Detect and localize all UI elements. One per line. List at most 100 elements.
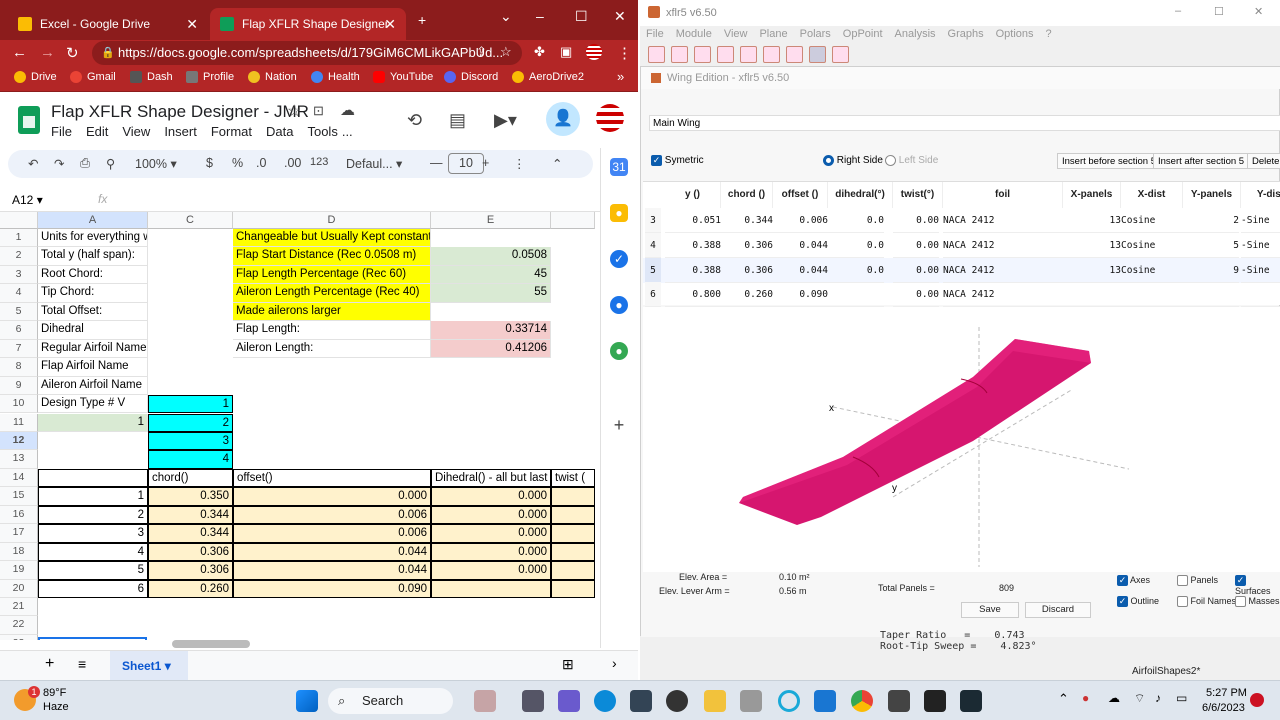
table-twist[interactable] [551, 542, 595, 562]
cell-d5[interactable]: Made ailerons larger [233, 302, 431, 322]
xmenu-file[interactable]: File [646, 28, 664, 40]
right-side-radio[interactable]: Right Side [823, 155, 883, 166]
wing-cell[interactable]: 0.800 [665, 282, 721, 308]
keep-icon[interactable]: ● [610, 204, 628, 222]
xmenu-graphs[interactable]: Graphs [948, 28, 984, 40]
cell-a10[interactable]: Design Type # V [38, 395, 148, 414]
wing-col-header[interactable]: offset () [773, 182, 828, 208]
back-icon[interactable]: ← [12, 44, 27, 61]
col-header-f[interactable] [551, 212, 595, 229]
wing-col-header[interactable]: X-panels [1063, 182, 1121, 208]
row-header[interactable]: 13 [0, 450, 38, 469]
table-dihedral[interactable]: 0.000 [431, 487, 551, 506]
sheet-tab-sheet1[interactable]: Sheet1 ▾ [110, 651, 188, 680]
star-icon[interactable]: ☆ [500, 44, 512, 60]
wing-cell[interactable] [1241, 282, 1280, 308]
more-formats-button[interactable]: 123 [310, 156, 328, 168]
windows-start-icon[interactable] [296, 690, 318, 712]
row-header[interactable]: 20 [0, 579, 38, 598]
redo-icon[interactable]: ↷ [54, 156, 64, 171]
star-icon[interactable]: ☆ [287, 101, 301, 121]
maps-icon[interactable]: ● [610, 342, 628, 360]
add-addon-icon[interactable]: + [610, 416, 628, 434]
sheets-logo-icon[interactable] [18, 106, 40, 134]
wing-cell[interactable]: 0.0 [828, 208, 884, 233]
chrome-icon[interactable] [851, 690, 873, 712]
row-header[interactable]: 19 [0, 561, 38, 580]
discard-button[interactable]: Discard [1025, 602, 1091, 618]
cell-e6[interactable]: 0.33714 [431, 321, 551, 340]
wing-cell[interactable]: 0.090 [773, 282, 828, 308]
table-dihedral[interactable]: 0.000 [431, 505, 551, 525]
foil-direct-icon[interactable] [717, 46, 734, 63]
open-file-icon[interactable] [671, 46, 688, 63]
wing-cell[interactable]: NACA 2412 [943, 208, 1063, 233]
table-header-twist[interactable]: twist ( [551, 468, 595, 488]
row-header[interactable]: 15 [0, 487, 38, 506]
polar-icon[interactable] [832, 46, 849, 63]
cell-a7[interactable]: Regular Airfoil Name [38, 339, 148, 359]
bookmarks-more[interactable]: » [617, 69, 624, 84]
wing-3d-view[interactable]: x y [643, 307, 1280, 573]
task-view-icon[interactable] [522, 690, 544, 712]
wing-cell[interactable]: 0.044 [773, 233, 828, 258]
row-header[interactable]: 1 [0, 229, 38, 248]
cell-d6[interactable]: Flap Length: [233, 321, 431, 340]
cell-a3[interactable]: Root Chord: [38, 265, 148, 285]
font-size-field[interactable]: 10 [448, 153, 484, 174]
tab-excel-drive[interactable]: Excel - Google Drive ✕ [8, 8, 208, 40]
wing-cell[interactable]: 0.00 [893, 282, 939, 308]
col-header-d[interactable]: D [233, 212, 431, 229]
design-type-cell[interactable]: 2 [148, 413, 233, 432]
font-size-decrease[interactable]: — [430, 156, 443, 170]
table-dihedral[interactable]: 0.000 [431, 542, 551, 562]
bookmark-nation[interactable]: Nation [248, 71, 297, 83]
contacts-icon[interactable]: ● [610, 296, 628, 314]
masses-checkbox[interactable]: Masses [1235, 596, 1280, 608]
wing-sections-table[interactable]: y () chord () offset () dihedral(°) twist(°)… [643, 181, 1280, 308]
close-window-icon[interactable]: ✕ [614, 8, 626, 25]
more-icon[interactable]: ⋮ [513, 156, 526, 171]
sidepanel-icon[interactable]: ▣ [560, 44, 572, 60]
comment-icon[interactable]: ▤ [449, 110, 466, 131]
cell-a9[interactable]: Aileron Airfoil Name [38, 376, 148, 396]
menu-data[interactable]: Data [266, 124, 293, 139]
meet-icon[interactable]: ▶▾ [494, 110, 517, 131]
row-header[interactable]: 11 [0, 413, 38, 432]
row-header[interactable]: 12 [0, 431, 38, 451]
left-side-radio[interactable]: Left Side [885, 155, 938, 166]
bookmark-aerodrive[interactable]: AeroDrive2 [512, 71, 584, 83]
menu-more[interactable]: ... [342, 124, 353, 139]
chevron-right-icon[interactable]: › [612, 655, 617, 671]
wing-cell[interactable]: 0.0 [828, 233, 884, 258]
name-box[interactable]: A12 ▾ [12, 193, 43, 207]
wing-cell[interactable]: 0.306 [721, 258, 773, 283]
wing-cell[interactable]: 0.388 [665, 258, 721, 283]
row-header[interactable]: 10 [0, 395, 38, 414]
row-header[interactable]: 18 [0, 542, 38, 562]
print-icon[interactable]: ⎙ [80, 156, 90, 171]
cortana-icon[interactable] [778, 690, 800, 712]
wing-section-row[interactable]: 5 0.388 0.306 0.044 0.0 0.00 NACA 2412 13 Cosine… [643, 257, 1280, 283]
row-index[interactable]: 6 [645, 282, 661, 308]
wing-cell[interactable]: NACA 2412 [943, 282, 1063, 308]
wing-cell[interactable] [1183, 282, 1239, 308]
bookmark-discord[interactable]: Discord [444, 71, 498, 83]
table-index[interactable]: 6 [38, 579, 148, 598]
wing-cell[interactable]: 0.260 [721, 282, 773, 308]
calendar-icon[interactable]: 31 [610, 158, 628, 176]
teams-icon[interactable] [558, 690, 580, 712]
row-header[interactable]: 21 [0, 598, 38, 617]
bookmark-dash[interactable]: Dash [130, 71, 173, 83]
menu-insert[interactable]: Insert [164, 124, 197, 139]
row-index[interactable]: 4 [645, 232, 661, 258]
xmenu-view[interactable]: View [724, 28, 748, 40]
minimize-icon[interactable]: – [1175, 5, 1181, 17]
all-sheets-icon[interactable]: ≡ [78, 656, 86, 672]
cell-d7[interactable]: Aileron Length: [233, 339, 431, 359]
widgets-icon[interactable] [474, 690, 496, 712]
table-index[interactable]: 2 [38, 505, 148, 525]
wing-col-header[interactable]: twist(°) [893, 182, 943, 208]
cell-a8[interactable]: Flap Airfoil Name [38, 358, 148, 377]
wing-cell[interactable]: 0.0 [828, 258, 884, 283]
